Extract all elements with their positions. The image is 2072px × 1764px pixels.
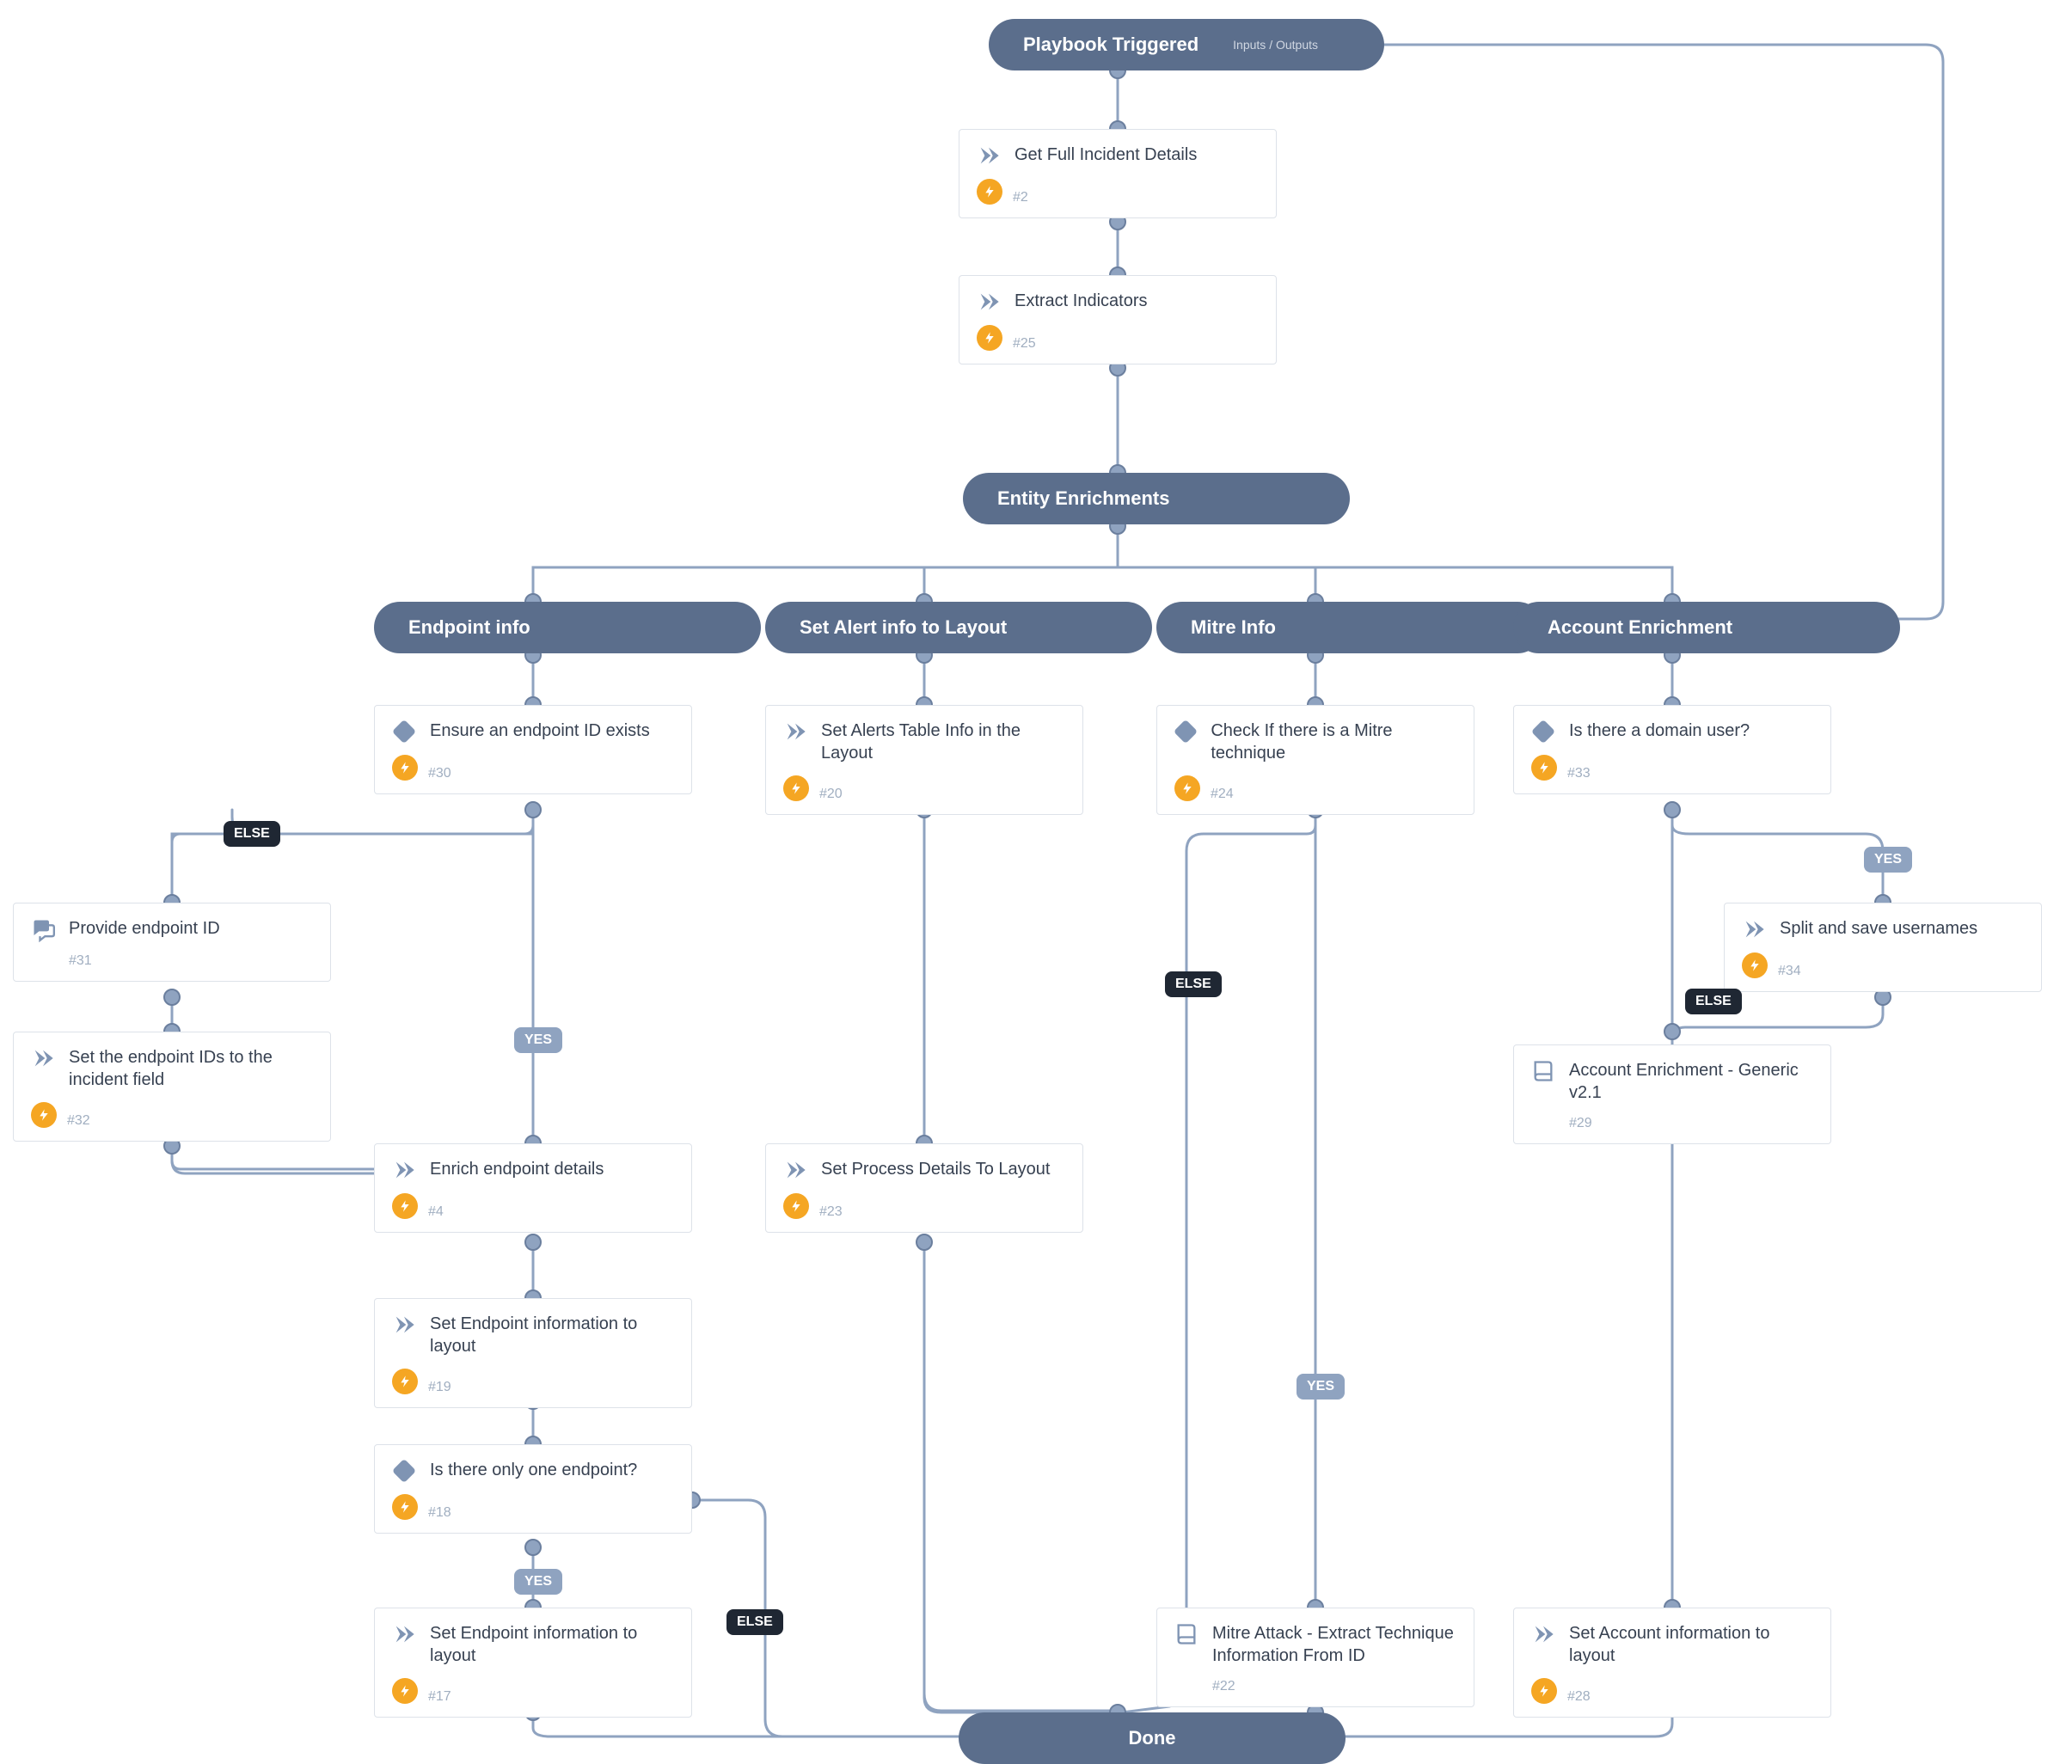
diamond-icon (1531, 720, 1555, 744)
badge-yes: YES (514, 1027, 562, 1053)
bolt-icon (1531, 755, 1557, 781)
bolt-icon (392, 755, 418, 781)
bolt-icon (977, 179, 1002, 205)
bolt-icon (977, 325, 1002, 351)
book-icon (1531, 1059, 1555, 1083)
bolt-icon (1531, 1678, 1557, 1704)
task-enrich-endpoint[interactable]: Enrich endpoint details #4 (374, 1143, 692, 1233)
bolt-icon (1174, 775, 1200, 801)
section-alert[interactable]: Set Alert info to Layout (765, 602, 1152, 653)
badge-yes: YES (1864, 847, 1912, 873)
task-provide-endpoint-id[interactable]: Provide endpoint ID #31 (13, 903, 331, 982)
section-endpoint[interactable]: Endpoint info (374, 602, 761, 653)
playbook-mitre-extract[interactable]: Mitre Attack - Extract Technique Informa… (1156, 1608, 1474, 1707)
chevron-icon (31, 1046, 55, 1070)
task-split-usernames[interactable]: Split and save usernames #34 (1724, 903, 2042, 992)
badge-else: ELSE (1685, 989, 1742, 1014)
task-get-full-incident[interactable]: Get Full Incident Details #2 (959, 129, 1277, 218)
cond-endpoint-id-exists[interactable]: Ensure an endpoint ID exists #30 (374, 705, 692, 794)
cond-mitre-technique[interactable]: Check If there is a Mitre technique #24 (1156, 705, 1474, 815)
bolt-icon (783, 1193, 809, 1219)
diamond-icon (392, 720, 416, 744)
chevron-icon (392, 1313, 416, 1337)
diamond-icon (1174, 720, 1197, 744)
chat-icon (31, 917, 55, 941)
bolt-icon (392, 1193, 418, 1219)
task-set-endpoint-layout-17[interactable]: Set Endpoint information to layout #17 (374, 1608, 692, 1718)
bolt-icon (1742, 952, 1768, 978)
chevron-icon (977, 290, 1001, 314)
book-icon (1174, 1622, 1198, 1646)
task-set-process-details[interactable]: Set Process Details To Layout #23 (765, 1143, 1083, 1233)
task-set-account-layout[interactable]: Set Account information to layout #28 (1513, 1608, 1831, 1718)
chevron-icon (392, 1622, 416, 1646)
task-set-endpoint-layout-19[interactable]: Set Endpoint information to layout #19 (374, 1298, 692, 1408)
chevron-icon (392, 1158, 416, 1182)
badge-else: ELSE (224, 821, 280, 847)
start-node[interactable]: Playbook Triggered Inputs / Outputs (989, 19, 1384, 70)
task-extract-indicators[interactable]: Extract Indicators #25 (959, 275, 1277, 364)
badge-else: ELSE (726, 1609, 783, 1635)
bolt-icon (31, 1102, 57, 1128)
done-node[interactable]: Done (959, 1712, 1346, 1764)
cond-one-endpoint[interactable]: Is there only one endpoint? #18 (374, 1444, 692, 1534)
bolt-icon (392, 1678, 418, 1704)
chevron-icon (783, 1158, 807, 1182)
task-set-alerts-table[interactable]: Set Alerts Table Info in the Layout #20 (765, 705, 1083, 815)
bolt-icon (392, 1494, 418, 1520)
badge-yes: YES (1297, 1374, 1345, 1400)
playbook-account-enrichment[interactable]: Account Enrichment - Generic v2.1 #29 (1513, 1044, 1831, 1144)
badge-yes: YES (514, 1569, 562, 1595)
chevron-icon (783, 720, 807, 744)
bolt-icon (392, 1369, 418, 1394)
chevron-icon (977, 144, 1001, 168)
section-entity[interactable]: Entity Enrichments (963, 473, 1350, 524)
chevron-icon (1531, 1622, 1555, 1646)
cond-domain-user[interactable]: Is there a domain user? #33 (1513, 705, 1831, 794)
section-mitre[interactable]: Mitre Info (1156, 602, 1543, 653)
bolt-icon (783, 775, 809, 801)
start-sub: Inputs / Outputs (1233, 38, 1318, 52)
section-account[interactable]: Account Enrichment (1513, 602, 1900, 653)
badge-else: ELSE (1165, 971, 1222, 997)
start-title: Playbook Triggered (1023, 34, 1198, 56)
task-set-endpoint-ids-field[interactable]: Set the endpoint IDs to the incident fie… (13, 1032, 331, 1142)
chevron-icon (1742, 917, 1766, 941)
diamond-icon (392, 1459, 416, 1483)
